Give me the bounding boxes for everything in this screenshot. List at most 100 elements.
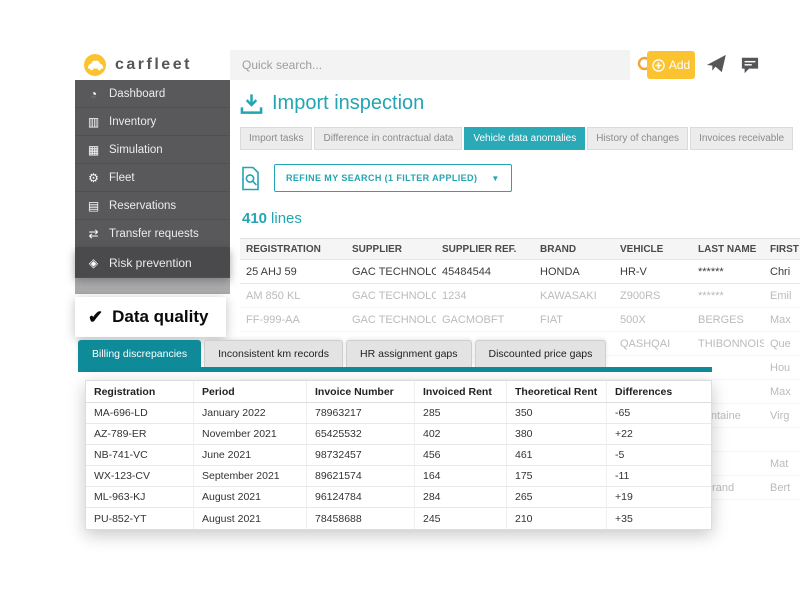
plus-circle-icon [652,59,665,72]
column-header: SUPPLIER [346,244,436,255]
table-cell: Max [764,386,800,398]
check-icon: ✔ [88,307,103,328]
data-quality-label: Data quality [112,307,208,327]
sidebar-item-risk-prevention[interactable]: ◈Risk prevention [75,248,230,278]
top-header: carfleet Add [75,50,800,80]
table-cell: 500X [614,314,692,326]
dq-tab-hr-assignment-gaps[interactable]: HR assignment gaps [346,340,471,367]
table-header-row: RegistrationPeriodInvoice NumberInvoiced… [86,381,711,403]
send-icon[interactable] [706,55,728,79]
table-row[interactable]: AM 850 KLGAC TECHNOLOGY1234KAWASAKIZ900R… [240,284,800,308]
sidebar-item-reservations[interactable]: ▤Reservations [75,192,230,220]
table-row[interactable]: 25 AHJ 59GAC TECHNOLOGY45484544HONDAHR-V… [240,260,800,284]
column-header: BRAND [534,244,614,255]
table-cell: 89621574 [307,466,415,486]
table-cell: HR-V [614,266,692,278]
data-quality-tabs: Billing discrepanciesInconsistent km rec… [78,340,606,367]
inventory-icon: ▥ [86,115,101,129]
table-cell: PU-852-YT [86,508,194,529]
table-cell: 45484544 [436,266,534,278]
sidebar-item-fleet[interactable]: ⚙Fleet [75,164,230,192]
dq-tab-discounted-price-gaps[interactable]: Discounted price gaps [475,340,607,367]
shield-icon: ◈ [86,256,101,270]
sidebar-item-label: Simulation [109,144,163,156]
column-header: Invoiced Rent [415,381,507,402]
table-cell: THIBONNOIS [692,338,764,350]
table-cell: GAC TECHNOLOGY [346,266,436,278]
data-quality-table: RegistrationPeriodInvoice NumberInvoiced… [85,380,712,530]
table-cell: 164 [415,466,507,486]
table-cell: 210 [507,508,607,529]
table-row[interactable]: ML-963-KJAugust 202196124784284265+19 [86,487,711,508]
table-cell: MA-696-LD [86,403,194,423]
main-tabs: Import tasksDifference in contractual da… [240,127,793,150]
chat-icon[interactable] [740,56,760,79]
table-cell: FF-999-AA [240,314,346,326]
table-row[interactable]: FF-999-AAGAC TECHNOLOGYGACMOBFTFIAT500XB… [240,308,800,332]
filter-document-icon [240,166,262,191]
table-cell: 1234 [436,290,534,302]
page-title: Import inspection [272,92,424,115]
table-cell: August 2021 [194,508,307,529]
column-header: FIRST NAME [764,244,800,255]
search-input[interactable] [230,50,630,80]
table-cell: -65 [607,403,707,423]
table-cell: 461 [507,445,607,465]
table-cell: Hou [764,362,800,374]
table-cell: GAC TECHNOLOGY [346,290,436,302]
table-cell: AM 850 KL [240,290,346,302]
add-button[interactable]: Add [647,51,695,79]
table-cell: Virg [764,410,800,422]
sidebar-item-dashboard[interactable]: ◔Dashboard [75,80,230,108]
sidebar-item-transfer-requests[interactable]: ⇄Transfer requests [75,220,230,248]
tab-invoices-receivable[interactable]: Invoices receivable [690,127,793,150]
sidebar-item-simulation[interactable]: ▦Simulation [75,136,230,164]
refine-search-label: REFINE MY SEARCH (1 FILTER APPLIED) [286,173,477,183]
table-row[interactable]: NB-741-VCJune 202198732457456461-5 [86,445,711,466]
table-cell: 284 [415,487,507,507]
column-header: LAST NAME [692,244,764,255]
chevron-down-icon: ▼ [491,174,499,183]
lines-count: 410lines [242,210,302,227]
table-cell: 402 [415,424,507,444]
dq-tab-inconsistent-km-records[interactable]: Inconsistent km records [204,340,343,367]
table-cell: 98732457 [307,445,415,465]
table-cell: ****** [692,290,764,302]
table-cell: AZ-789-ER [86,424,194,444]
table-cell: November 2021 [194,424,307,444]
table-cell: +19 [607,487,707,507]
transfer-icon: ⇄ [86,227,101,241]
lines-count-label: lines [271,210,302,227]
refine-search-button[interactable]: REFINE MY SEARCH (1 FILTER APPLIED) ▼ [274,164,512,192]
table-row[interactable]: WX-123-CVSeptember 202189621574164175-11 [86,466,711,487]
sidebar-item-label: Reservations [109,200,176,212]
tab-difference-in-contractual-data[interactable]: Difference in contractual data [314,127,462,150]
column-header: Differences [607,381,707,402]
table-cell: 380 [507,424,607,444]
table-cell: WX-123-CV [86,466,194,486]
column-header: Theoretical Rent [507,381,607,402]
sidebar-item-inventory[interactable]: ▥Inventory [75,108,230,136]
table-cell: June 2021 [194,445,307,465]
table-cell: +35 [607,508,707,529]
table-cell: 78458688 [307,508,415,529]
table-row[interactable]: MA-696-LDJanuary 202278963217285350-65 [86,403,711,424]
column-header: Invoice Number [307,381,415,402]
dq-tab-billing-discrepancies[interactable]: Billing discrepancies [78,340,201,367]
tab-import-tasks[interactable]: Import tasks [240,127,312,150]
tab-vehicle-data-anomalies[interactable]: Vehicle data anomalies [464,127,585,150]
table-cell: 78963217 [307,403,415,423]
table-header-row: REGISTRATIONSUPPLIERSUPPLIER REF.BRANDVE… [240,238,800,260]
carfleet-logo [83,53,107,77]
table-row[interactable]: AZ-789-ERNovember 202165425532402380+22 [86,424,711,445]
table-cell: HONDA [534,266,614,278]
table-cell: NB-741-VC [86,445,194,465]
table-cell: Max [764,314,800,326]
table-cell: September 2021 [194,466,307,486]
tab-history-of-changes[interactable]: History of changes [587,127,688,150]
sidebar-item-label: Fleet [109,172,135,184]
table-cell: August 2021 [194,487,307,507]
table-cell: ML-963-KJ [86,487,194,507]
page-title-row: Import inspection [240,92,424,115]
table-row[interactable]: PU-852-YTAugust 202178458688245210+35 [86,508,711,529]
